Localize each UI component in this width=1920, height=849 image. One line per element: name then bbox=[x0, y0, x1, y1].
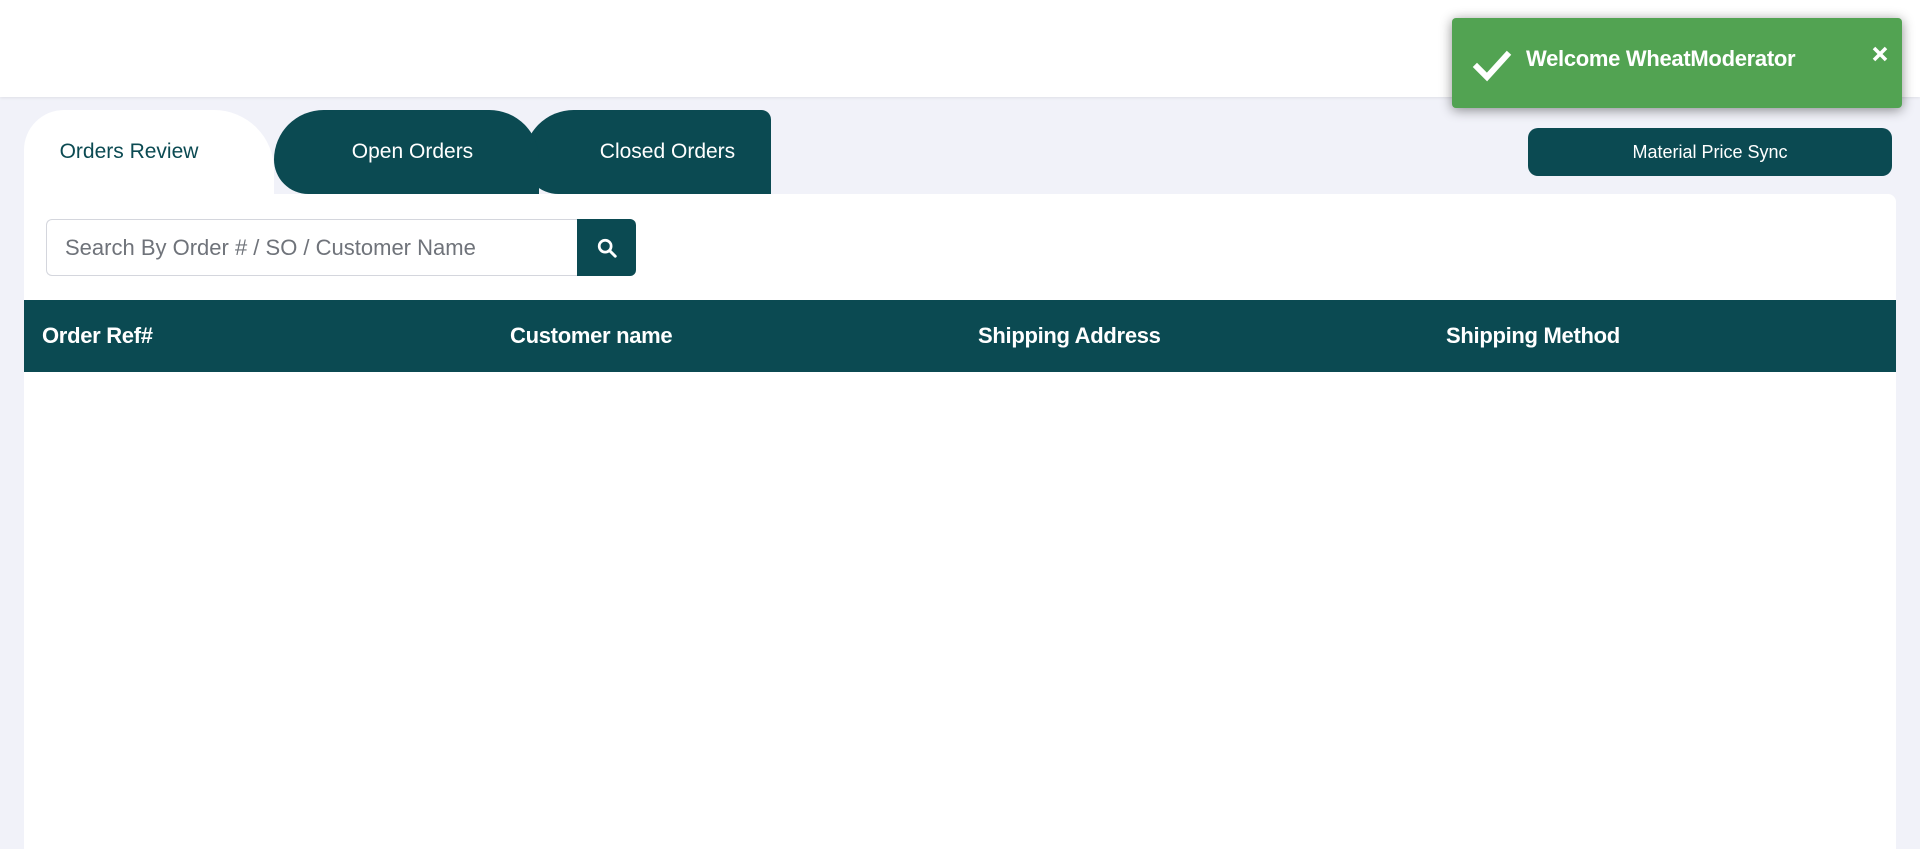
material-price-sync-button[interactable]: Material Price Sync bbox=[1528, 128, 1892, 176]
tab-open-orders[interactable]: Open Orders bbox=[274, 110, 539, 194]
column-header-order-ref[interactable]: Order Ref# bbox=[42, 300, 153, 372]
search-input[interactable] bbox=[46, 219, 577, 276]
close-icon[interactable] bbox=[1870, 44, 1890, 64]
column-header-customer-name[interactable]: Customer name bbox=[510, 300, 673, 372]
welcome-toast: Welcome WheatModerator bbox=[1452, 18, 1902, 108]
orders-table-header: Order Ref# Customer name Shipping Addres… bbox=[24, 300, 1896, 372]
tab-orders-review-label: Orders Review bbox=[59, 140, 199, 163]
column-header-shipping-address[interactable]: Shipping Address bbox=[978, 300, 1161, 372]
orders-panel bbox=[24, 194, 1896, 849]
tab-orders-review[interactable]: Orders Review bbox=[24, 110, 274, 194]
search-bar bbox=[46, 219, 636, 276]
column-header-shipping-method[interactable]: Shipping Method bbox=[1446, 300, 1620, 372]
tab-closed-orders[interactable]: Closed Orders bbox=[524, 110, 771, 194]
search-button[interactable] bbox=[577, 219, 636, 276]
search-icon bbox=[597, 238, 617, 258]
check-icon bbox=[1472, 50, 1512, 82]
toast-message: Welcome WheatModerator bbox=[1526, 46, 1796, 71]
tab-closed-orders-label: Closed Orders bbox=[599, 140, 736, 163]
tab-open-orders-label: Open Orders bbox=[351, 140, 474, 163]
